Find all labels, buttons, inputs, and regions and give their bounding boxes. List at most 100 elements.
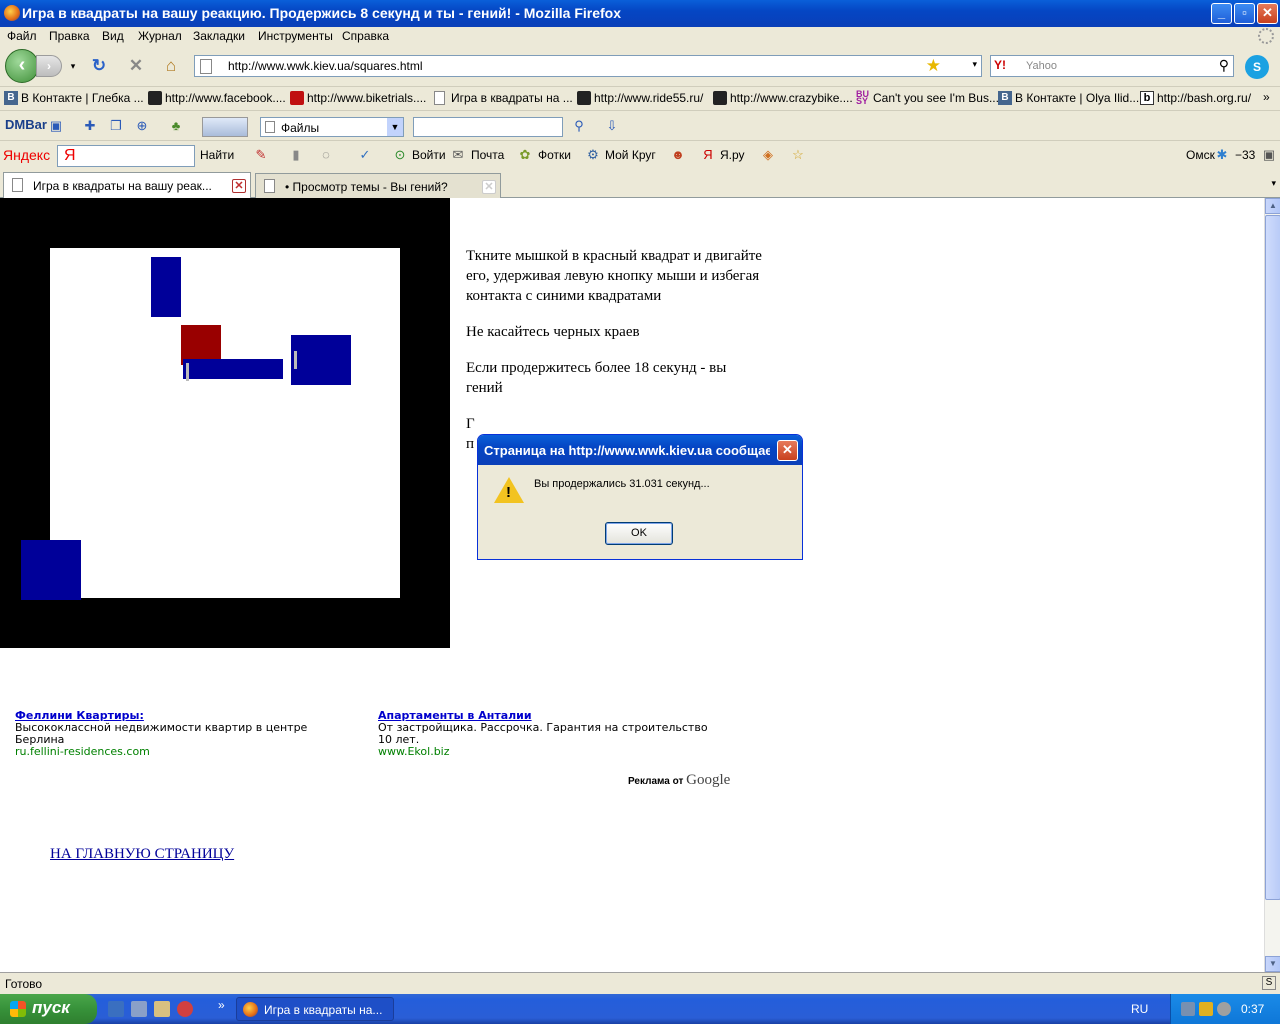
menu-edit[interactable]: Правка <box>49 29 90 43</box>
clock[interactable]: 0:37 <box>1241 1002 1264 1016</box>
scroll-thumb[interactable] <box>1265 215 1280 900</box>
bash-icon: b <box>1140 91 1154 105</box>
download-icon[interactable]: ⊕ <box>134 118 150 134</box>
close-window-button[interactable]: ✕ <box>1257 3 1278 24</box>
yandex-yaru[interactable]: Я.ру <box>720 148 745 162</box>
login-icon[interactable]: ⊙ <box>392 147 408 163</box>
dialog-close-button[interactable]: ✕ <box>777 440 798 461</box>
bookmark-star-icon[interactable]: ★ <box>926 56 941 76</box>
bookmark-item[interactable]: b http://bash.org.ru/ <box>1140 91 1251 105</box>
yandex-photos[interactable]: Фотки <box>538 148 571 162</box>
tab-squares-game[interactable]: Игра в квадраты на вашу реак... ✕ <box>3 172 251 199</box>
dmbar-category-select[interactable]: Файлы ▼ <box>260 117 404 137</box>
add-icon[interactable]: ✚ <box>82 118 98 134</box>
menu-history[interactable]: Журнал <box>138 29 182 43</box>
menu-view[interactable]: Вид <box>102 29 124 43</box>
bookmark-item[interactable]: http://www.facebook.... <box>148 91 286 105</box>
close-tab-icon[interactable]: ✕ <box>482 180 496 194</box>
ad-url[interactable]: www.Ekol.biz <box>378 746 708 758</box>
weather-city[interactable]: Омск <box>1186 148 1215 162</box>
yandex-mail[interactable]: Почта <box>471 148 504 162</box>
taskbar-firefox-item[interactable]: Игра в квадраты на... <box>236 997 394 1021</box>
menu-tools[interactable]: Инструменты <box>258 29 333 43</box>
skype-icon[interactable]: S <box>1245 55 1269 79</box>
tray-network-icon[interactable] <box>1181 1002 1195 1016</box>
yandex-logo[interactable]: Яндекс <box>3 147 50 163</box>
save-icon[interactable] <box>108 1001 124 1017</box>
bookmark-item[interactable]: http://www.biketrials.... <box>290 91 426 105</box>
scroll-up-button[interactable]: ▲ <box>1265 198 1280 214</box>
tab-forum-topic[interactable]: • Просмотр темы - Вы гений? ✕ <box>255 173 501 198</box>
scroll-down-button[interactable]: ▼ <box>1265 956 1280 972</box>
yaru-icon[interactable]: Я <box>700 147 716 163</box>
url-bar[interactable]: http://www.wwk.kiev.ua/squares.html ★ ▾ <box>194 55 982 77</box>
ad-url[interactable]: ru.fellini-residences.com <box>15 746 355 758</box>
url-dropdown-icon[interactable]: ▾ <box>972 59 977 70</box>
bookmark-item[interactable]: BU SY Can't you see I'm Bus... <box>856 90 999 106</box>
comment-icon[interactable]: ◌ <box>318 147 334 163</box>
forward-button[interactable]: › <box>36 55 62 77</box>
yandex-login[interactable]: Войти <box>412 148 446 162</box>
window-titlebar[interactable]: Игра в квадраты на вашу реакцию. Продерж… <box>0 0 1280 27</box>
mail-icon[interactable]: ✉ <box>450 147 466 163</box>
tab-list-icon[interactable]: ▾ <box>1271 178 1276 189</box>
language-indicator[interactable]: RU <box>1131 1002 1148 1016</box>
check-icon[interactable]: ✓ <box>357 147 373 163</box>
bookmark-item[interactable]: http://www.ride55.ru/ <box>577 91 703 105</box>
dmbar-logo[interactable]: DMBar <box>5 117 47 132</box>
menu-file[interactable]: Файл <box>7 29 37 43</box>
ok-button[interactable]: OK <box>605 522 673 545</box>
people-icon[interactable]: ☻ <box>670 147 686 163</box>
history-dropdown-icon[interactable]: ▾ <box>63 56 83 76</box>
home-icon[interactable]: ⌂ <box>161 56 181 76</box>
back-button[interactable]: ‹ <box>5 49 39 83</box>
money-icon[interactable]: ◈ <box>760 147 776 163</box>
folder-icon[interactable] <box>154 1001 170 1017</box>
manager-icon[interactable]: ♣ <box>168 118 184 134</box>
yandex-find-button[interactable]: Найти <box>200 148 234 162</box>
stop-icon[interactable]: ✕ <box>126 56 146 76</box>
yandex-search-input[interactable]: Я <box>57 145 195 167</box>
my-circle-icon[interactable]: ⚙ <box>585 147 601 163</box>
dmbar-search-icon[interactable]: ⚲ <box>571 118 587 134</box>
bookmark-item[interactable]: BВ Контакте | Olya Ilid... <box>998 91 1139 105</box>
tray-warning-icon[interactable] <box>1199 1002 1213 1016</box>
photos-icon[interactable]: ✿ <box>517 147 533 163</box>
search-icon[interactable]: ⚲ <box>1219 57 1229 74</box>
game-board[interactable] <box>0 198 450 648</box>
bookmark-item[interactable]: BВ Контакте | Глебка ... <box>4 91 144 105</box>
chevron-down-icon[interactable]: ▼ <box>387 118 403 136</box>
windows-flag-icon <box>10 1001 26 1017</box>
bookmark-item[interactable]: http://www.crazybike.... <box>713 91 853 105</box>
favorites-star-icon[interactable]: ☆ <box>790 147 806 163</box>
bookmarks-overflow-icon[interactable]: » <box>1263 90 1270 104</box>
dialog-titlebar[interactable]: Страница на http://www.wwk.kiev.ua сообщ… <box>478 435 802 465</box>
windows-icon[interactable]: ❐ <box>108 118 124 134</box>
minimize-button[interactable]: _ <box>1211 3 1232 24</box>
search-engine-icon[interactable]: Y! <box>994 58 1020 74</box>
stats-icon[interactable]: ▮ <box>288 147 304 163</box>
vertical-scrollbar[interactable]: ▲ ▼ <box>1264 198 1280 972</box>
close-tab-icon[interactable]: ✕ <box>232 179 246 193</box>
maximize-button[interactable]: ▫ <box>1234 3 1255 24</box>
ads-by-google[interactable]: Реклама от Google <box>628 772 730 789</box>
reload-icon[interactable]: ↻ <box>89 56 109 76</box>
bookmark-item[interactable]: Игра в квадраты на ... <box>434 91 573 105</box>
search-box[interactable]: Y! Yahoo ⚲ <box>990 55 1234 77</box>
menu-bookmarks[interactable]: Закладки <box>193 29 245 43</box>
yandex-more-icon[interactable]: ▣ <box>1261 147 1277 163</box>
dmbar-menu-icon[interactable]: ▣ <box>48 118 64 134</box>
tray-volume-icon[interactable] <box>1217 1002 1231 1016</box>
network-icon[interactable] <box>131 1001 147 1017</box>
dmbar-search-input[interactable] <box>413 117 563 137</box>
start-button[interactable]: пуск <box>0 994 97 1024</box>
yandex-my-circle[interactable]: Мой Круг <box>605 148 656 162</box>
dmbar-download-arrow-icon[interactable]: ⇩ <box>604 118 620 134</box>
dmbar-preview[interactable] <box>202 117 248 137</box>
quicklaunch-overflow-icon[interactable]: » <box>218 998 225 1012</box>
home-page-link[interactable]: НА ГЛАВНУЮ СТРАНИЦУ <box>50 846 234 863</box>
opera-icon[interactable] <box>177 1001 193 1017</box>
menu-help[interactable]: Справка <box>342 29 389 43</box>
status-icon[interactable]: S <box>1262 976 1276 990</box>
marker-icon[interactable]: ✎ <box>253 147 269 163</box>
